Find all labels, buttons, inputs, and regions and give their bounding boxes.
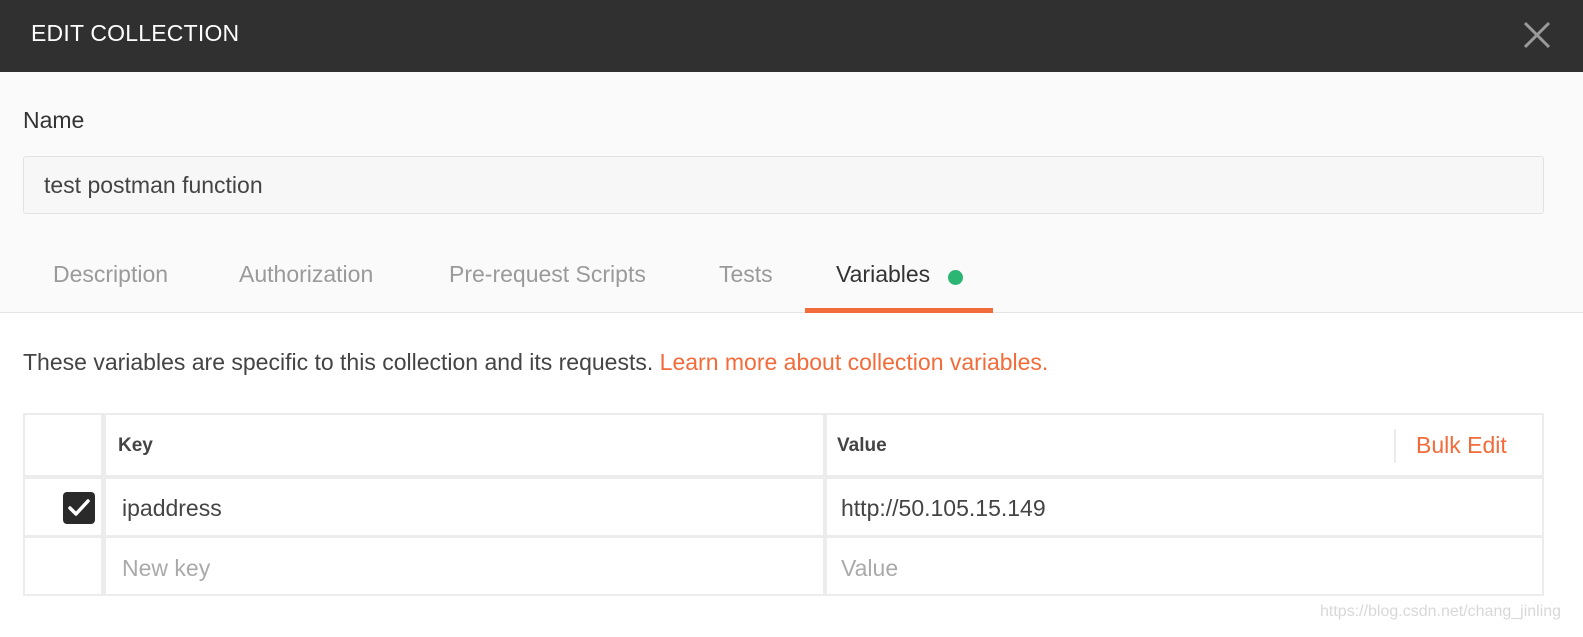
header-divider xyxy=(1394,429,1396,463)
name-label: Name xyxy=(23,107,85,133)
collection-name-input[interactable] xyxy=(23,156,1544,214)
description-text: These variables are specific to this col… xyxy=(23,349,654,375)
modal-header: EDIT COLLECTION xyxy=(0,0,1583,72)
close-button[interactable] xyxy=(1518,16,1556,54)
tab-label: Description xyxy=(53,261,169,287)
column-divider xyxy=(101,415,106,594)
new-value-input[interactable] xyxy=(841,551,1521,585)
checkmark-icon xyxy=(68,499,90,516)
key-column-header: Key xyxy=(118,435,153,456)
variable-key-cell[interactable]: ipaddress xyxy=(122,495,222,522)
row-divider xyxy=(25,475,1542,479)
tab-label: Pre-request Scripts xyxy=(449,261,646,287)
watermark: https://blog.csdn.net/chang_jinling xyxy=(1320,603,1562,620)
row-divider xyxy=(25,535,1542,538)
learn-more-link[interactable]: Learn more about collection variables. xyxy=(660,349,1049,375)
collection-settings-header: Name Description Authorization Pre-reque… xyxy=(0,72,1583,313)
tab-label: Tests xyxy=(719,261,773,287)
tab-label: Authorization xyxy=(239,261,374,287)
variable-enabled-checkbox[interactable] xyxy=(63,492,95,524)
variable-value-cell[interactable]: http://50.105.15.149 xyxy=(841,495,1046,522)
active-tab-underline xyxy=(805,308,993,313)
variables-description: These variables are specific to this col… xyxy=(23,349,1048,376)
column-divider xyxy=(823,415,827,594)
tab-label: Variables xyxy=(836,261,931,287)
close-icon xyxy=(1523,21,1551,49)
tab-variables[interactable]: Variables xyxy=(805,244,993,313)
bulk-edit-button[interactable]: Bulk Edit xyxy=(1416,432,1507,459)
active-indicator-dot-icon xyxy=(948,270,963,285)
new-key-input[interactable] xyxy=(122,551,802,585)
modal-title: EDIT COLLECTION xyxy=(31,20,240,46)
value-column-header: Value xyxy=(837,435,887,456)
variables-table: Key Value Bulk Edit ipaddress http://50.… xyxy=(23,413,1544,596)
